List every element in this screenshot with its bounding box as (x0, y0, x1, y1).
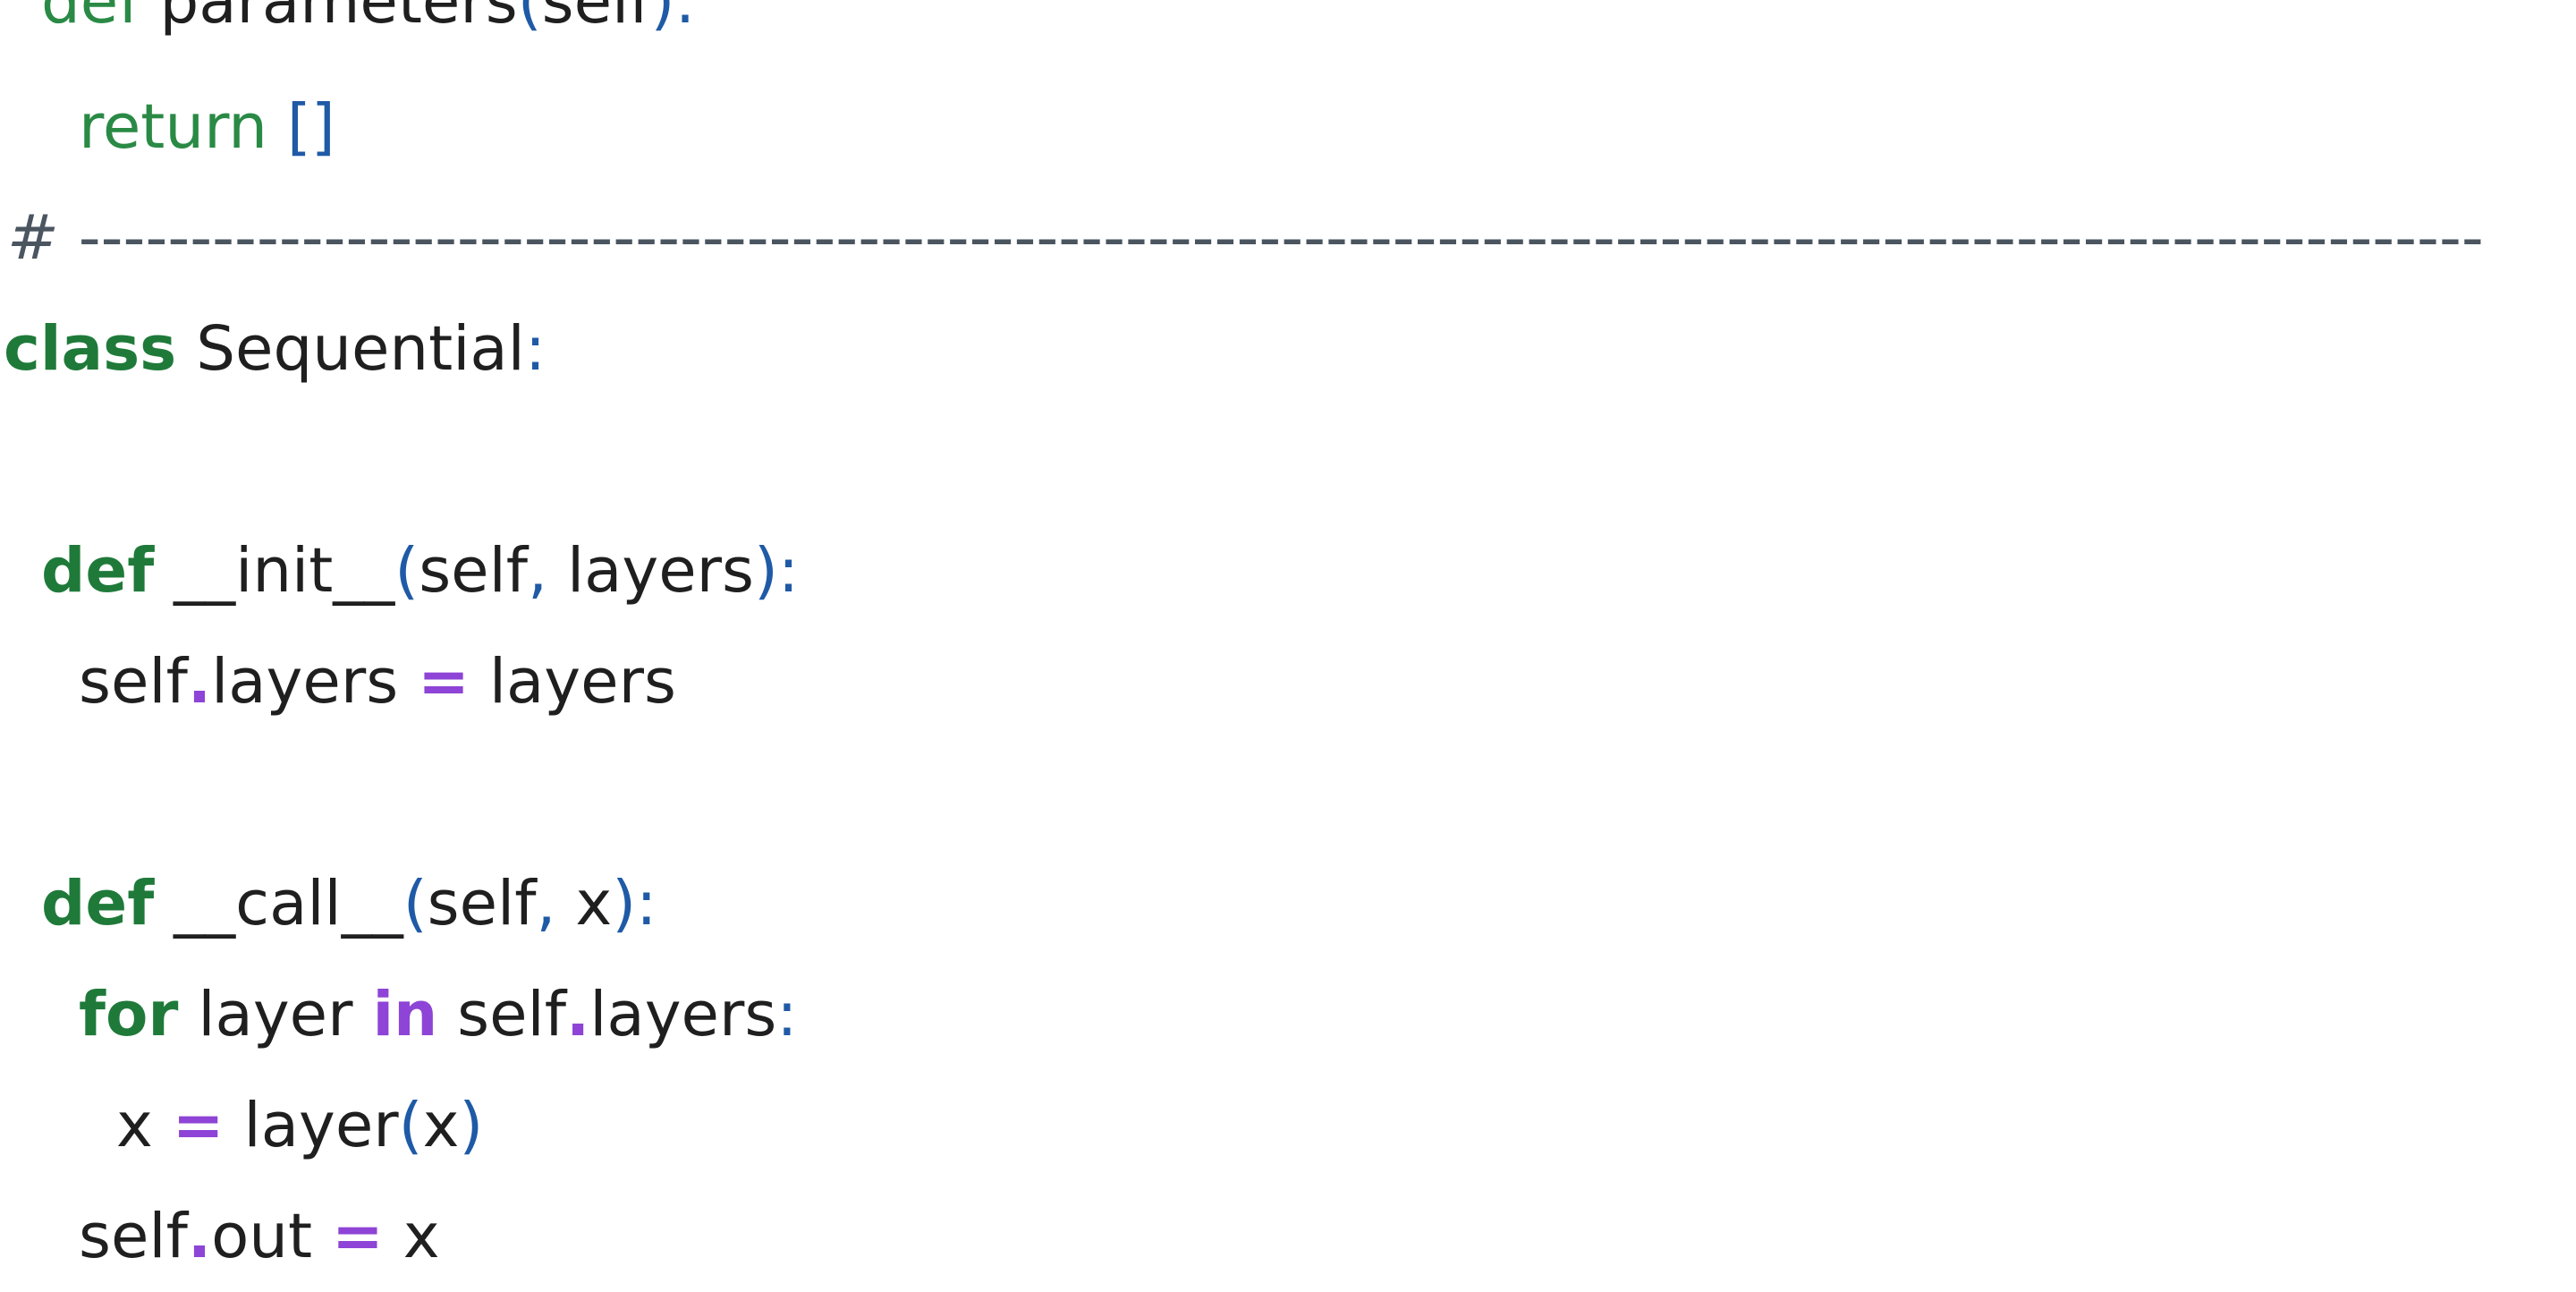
function-name: __call__ (154, 868, 403, 939)
comment-hash: # (7, 202, 59, 274)
keyword-class: class (4, 313, 177, 385)
comma: , (528, 535, 548, 607)
dot-operator: . (187, 646, 212, 718)
keyword-def: def (41, 868, 155, 939)
loop-variable: layer (178, 979, 373, 1050)
call-layer: layer (224, 1090, 399, 1161)
param-layers: layers (547, 535, 755, 607)
value-layers: layers (469, 646, 676, 718)
code-line-return: return [] (79, 72, 335, 183)
function-name: parameters (140, 0, 518, 38)
open-paren: ( (398, 1090, 423, 1161)
attribute-out: out (211, 1201, 313, 1272)
dot-operator: . (566, 979, 590, 1050)
arg-x: x (422, 1090, 460, 1161)
variable-x: x (116, 1090, 173, 1161)
dot-operator: . (187, 1201, 212, 1272)
equals-operator: = (172, 1090, 225, 1161)
colon: : (776, 979, 798, 1050)
close-paren-colon: ): (650, 0, 696, 38)
code-line-apply-layer: x = layer(x) (116, 1070, 483, 1181)
attribute-layers: layers (589, 979, 777, 1050)
equals-operator: = (332, 1201, 384, 1272)
param-self: self (427, 868, 537, 939)
keyword-def: def (41, 0, 140, 38)
code-line-def-parameters: def parameters(self): (41, 0, 696, 57)
keyword-return: return (79, 91, 267, 163)
attribute-layers: layers (211, 646, 399, 718)
equals-operator: = (418, 646, 470, 718)
open-paren: ( (517, 0, 542, 38)
code-line-def-init: def __init__(self, layers): (41, 515, 799, 626)
code-line-comment-rule: # --------------------------------------… (7, 183, 2576, 293)
keyword-in: in (372, 979, 438, 1050)
comma: , (536, 868, 556, 939)
code-line-class-sequential: class Sequential: (4, 293, 546, 404)
close-paren-colon: ): (612, 868, 657, 939)
class-name: Sequential (176, 313, 525, 385)
param-x: x (555, 868, 613, 939)
function-name: __init__ (154, 535, 395, 607)
self-ref: self (79, 646, 188, 718)
value-x: x (383, 1201, 440, 1272)
keyword-def: def (41, 535, 155, 607)
comment-rule: ----------------------------------------… (58, 202, 2484, 274)
colon: : (524, 313, 547, 385)
open-paren: ( (394, 535, 419, 607)
empty-list: [] (286, 91, 335, 163)
param-self: self (419, 535, 529, 607)
keyword-for: for (79, 979, 179, 1050)
close-paren: ) (459, 1090, 484, 1161)
code-line-assign-layers: self.layers = layers (79, 626, 676, 737)
close-paren-colon: ): (754, 535, 800, 607)
param-self: self (541, 0, 651, 38)
open-paren: ( (402, 868, 428, 939)
code-line-assign-out: self.out = x (79, 1181, 440, 1292)
self-ref: self (79, 1201, 188, 1272)
self-ref: self (437, 979, 567, 1050)
code-line-for-loop: for layer in self.layers: (79, 959, 798, 1070)
code-view: def parameters(self): return [] # ------… (0, 0, 2576, 1288)
code-line-def-call: def __call__(self, x): (41, 848, 657, 959)
